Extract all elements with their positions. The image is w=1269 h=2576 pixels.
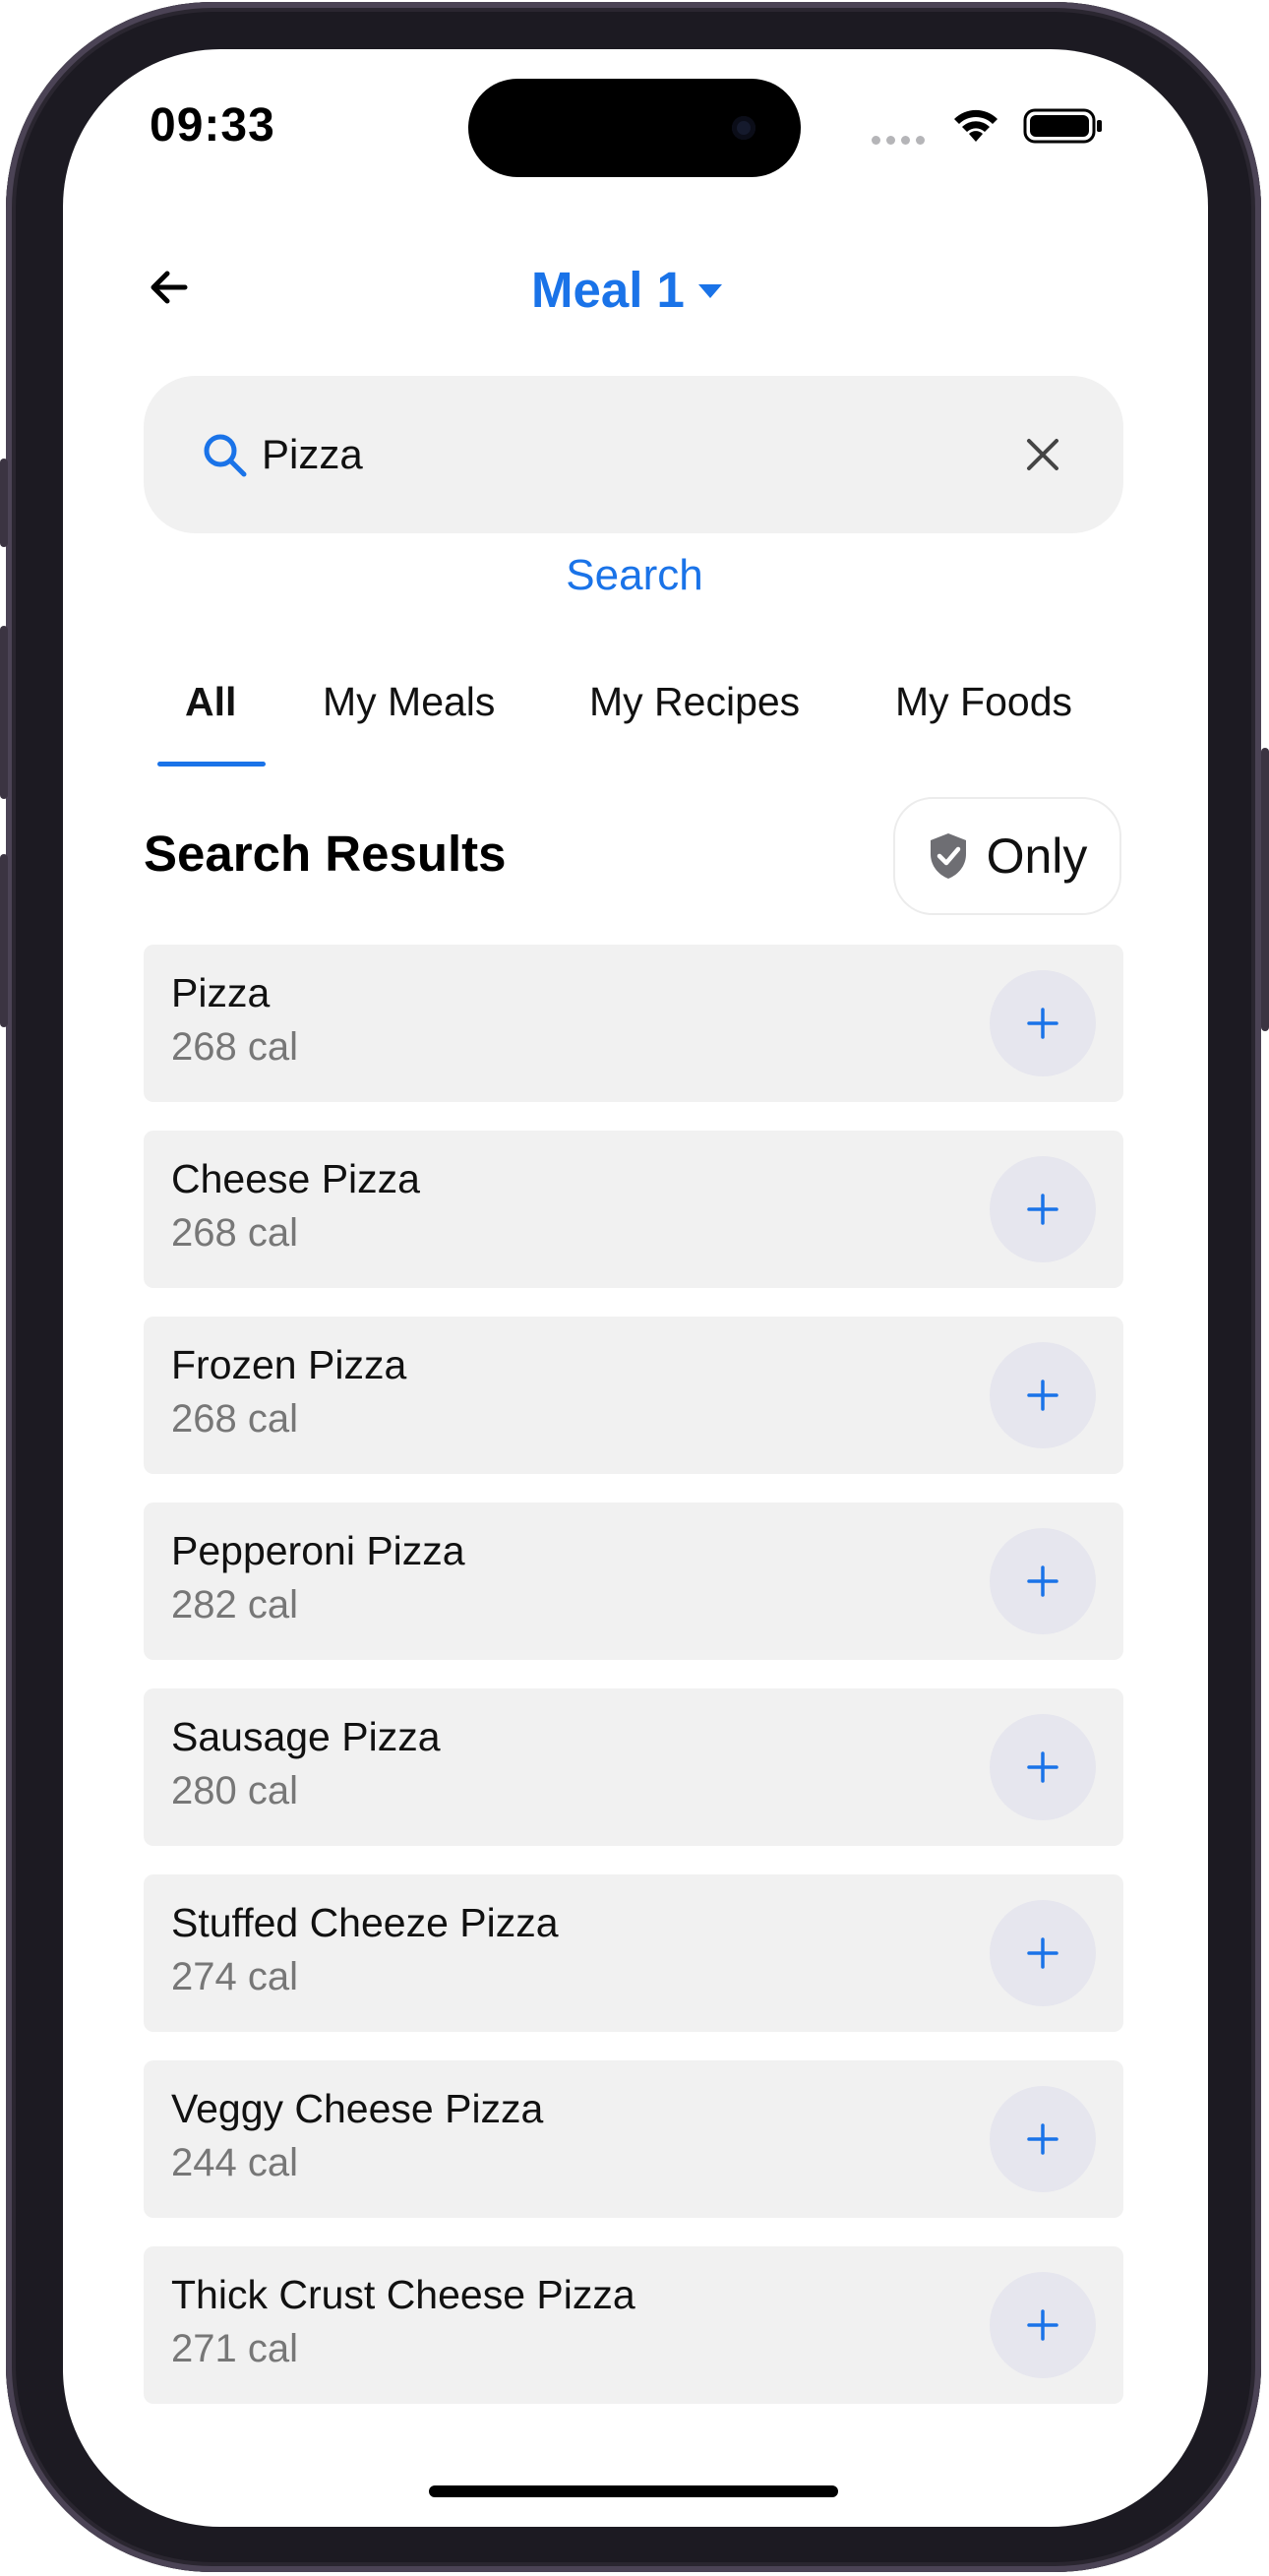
only-label: Only xyxy=(986,828,1088,884)
battery-icon xyxy=(1023,108,1102,144)
list-item[interactable]: Pepperoni Pizza 282 cal xyxy=(144,1503,1123,1660)
clear-icon[interactable] xyxy=(1021,433,1064,476)
add-food-button[interactable] xyxy=(990,1156,1096,1262)
plus-icon xyxy=(1027,1937,1058,1969)
home-indicator[interactable] xyxy=(429,2485,838,2497)
plus-icon xyxy=(1027,1008,1058,1039)
back-arrow-icon[interactable] xyxy=(144,262,195,313)
plus-icon xyxy=(1027,1380,1058,1411)
add-food-button[interactable] xyxy=(990,1900,1096,2006)
volume-down-button xyxy=(0,854,8,1027)
list-item[interactable]: Thick Crust Cheese Pizza 271 cal xyxy=(144,2246,1123,2404)
verified-only-toggle[interactable]: Only xyxy=(893,797,1121,915)
shield-check-icon xyxy=(930,833,966,879)
add-food-button[interactable] xyxy=(990,970,1096,1076)
list-item[interactable]: Sausage Pizza 280 cal xyxy=(144,1688,1123,1846)
food-name: Sausage Pizza xyxy=(171,1714,441,1759)
plus-icon xyxy=(1027,1565,1058,1597)
food-name: Stuffed Cheeze Pizza xyxy=(171,1900,559,1945)
list-item[interactable]: Frozen Pizza 268 cal xyxy=(144,1317,1123,1474)
list-item[interactable]: Pizza 268 cal xyxy=(144,945,1123,1102)
plus-icon xyxy=(1027,1194,1058,1225)
tab-my-foods[interactable]: My Foods xyxy=(895,679,1072,725)
add-food-button[interactable] xyxy=(990,1714,1096,1820)
camera-lens xyxy=(732,116,755,140)
plus-icon xyxy=(1027,1751,1058,1783)
signal-icon xyxy=(872,132,931,145)
search-icon xyxy=(204,434,247,477)
power-button xyxy=(1261,748,1269,1031)
list-item[interactable]: Stuffed Cheeze Pizza 274 cal xyxy=(144,1874,1123,2032)
food-name: Frozen Pizza xyxy=(171,1342,407,1387)
list-item[interactable]: Cheese Pizza 268 cal xyxy=(144,1131,1123,1288)
search-input[interactable] xyxy=(262,419,911,490)
tab-bar: All My Meals My Recipes My Foods xyxy=(0,679,1269,767)
food-calories: 280 cal xyxy=(171,1769,298,1812)
food-calories: 268 cal xyxy=(171,1211,298,1255)
food-name: Pizza xyxy=(171,970,271,1015)
food-calories: 244 cal xyxy=(171,2141,298,2184)
status-time: 09:33 xyxy=(150,99,275,152)
page-title: Meal 1 xyxy=(531,261,685,318)
food-calories: 282 cal xyxy=(171,1583,298,1626)
food-name: Thick Crust Cheese Pizza xyxy=(171,2272,635,2317)
food-calories: 268 cal xyxy=(171,1397,298,1441)
active-tab-indicator xyxy=(157,762,266,767)
meal-selector[interactable]: Meal 1 xyxy=(531,258,722,321)
add-food-button[interactable] xyxy=(990,1342,1096,1448)
food-calories: 274 cal xyxy=(171,1955,298,1998)
action-button xyxy=(0,459,8,547)
food-name: Cheese Pizza xyxy=(171,1156,420,1201)
add-food-button[interactable] xyxy=(990,2086,1096,2192)
search-bar xyxy=(144,376,1123,533)
search-button[interactable]: Search xyxy=(0,551,1269,600)
food-name: Veggy Cheese Pizza xyxy=(171,2086,544,2131)
food-calories: 271 cal xyxy=(171,2327,298,2370)
add-food-button[interactable] xyxy=(990,2272,1096,2378)
tab-my-recipes[interactable]: My Recipes xyxy=(589,679,800,725)
food-calories: 268 cal xyxy=(171,1025,298,1069)
dynamic-island xyxy=(468,79,801,177)
list-item[interactable]: Veggy Cheese Pizza 244 cal xyxy=(144,2060,1123,2218)
plus-icon xyxy=(1027,2123,1058,2155)
food-name: Pepperoni Pizza xyxy=(171,1528,465,1573)
dropdown-caret-icon xyxy=(697,284,722,298)
tab-all[interactable]: All xyxy=(185,679,236,725)
wifi-icon xyxy=(954,109,997,142)
add-food-button[interactable] xyxy=(990,1528,1096,1634)
results-title: Search Results xyxy=(144,826,507,882)
plus-icon xyxy=(1027,2309,1058,2341)
tab-my-meals[interactable]: My Meals xyxy=(323,679,495,725)
